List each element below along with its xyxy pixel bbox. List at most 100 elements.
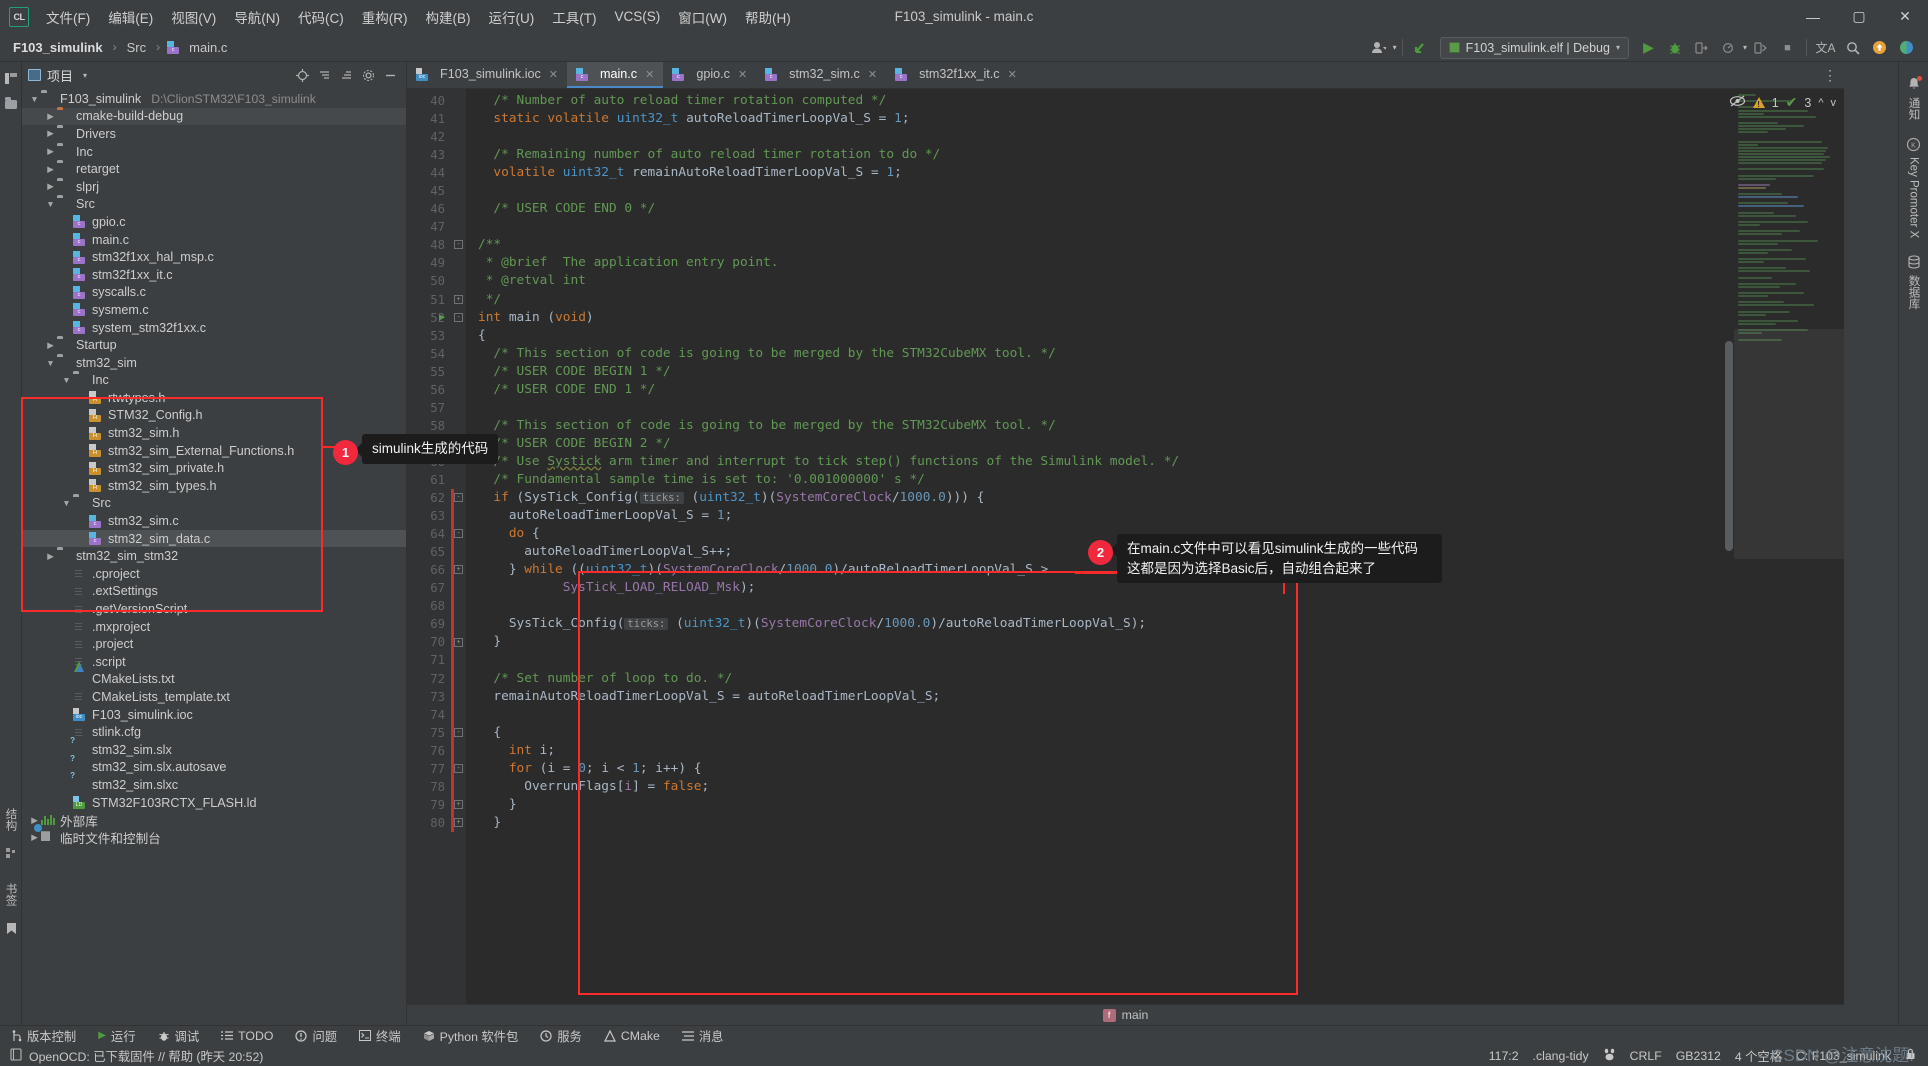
expand-all-icon[interactable] [336,65,356,85]
code-line[interactable]: /* This section of code is going to be m… [466,417,1844,435]
code-line[interactable]: /* Set number of loop to do. */ [466,670,1844,688]
fold-toggle-icon[interactable]: - [454,493,463,503]
tree-row[interactable]: ·Hrtwtypes.h [22,389,406,407]
breadcrumb-project[interactable]: F103_simulink [10,39,106,56]
chevron-right-icon[interactable]: ▶ [44,551,57,562]
tree-row[interactable]: · .extSettings [22,583,406,601]
line-number[interactable]: 40 [407,92,451,110]
database-icon[interactable] [1903,252,1925,272]
next-problem-icon[interactable]: v [1831,97,1837,109]
line-number[interactable]: 63 [407,507,451,525]
line-number[interactable]: 78 [407,778,451,796]
profile-icon[interactable] [1716,36,1743,60]
menu-item-4[interactable]: 代码(C) [289,5,353,29]
line-number[interactable]: 61 [407,471,451,489]
tree-row[interactable]: ·LD STM32F103RCTX_FLASH.ld [22,794,406,812]
line-number[interactable]: 74 [407,706,451,724]
close-icon[interactable]: ✕ [1008,68,1017,81]
commit-icon[interactable] [0,843,22,863]
fold-toggle-icon[interactable]: - [454,763,463,773]
scrollbar-thumb[interactable] [1725,341,1733,551]
tree-row[interactable]: ·c sysmem.c [22,301,406,319]
tree-row[interactable]: ·H STM32_Config.h [22,407,406,425]
line-number[interactable]: 44 [407,164,451,182]
line-number[interactable]: 75 [407,724,451,742]
collapse-all-icon[interactable] [314,65,334,85]
tree-row[interactable]: ·c stm32f1xx_hal_msp.c [22,248,406,266]
fold-toggle-icon[interactable]: + [454,818,463,827]
tree-row[interactable]: · CMakeLists.txt [22,671,406,689]
code-line[interactable] [466,399,1844,417]
inspection-profile[interactable]: .clang-tidy [1533,1049,1589,1063]
code-line[interactable] [466,218,1844,236]
line-number[interactable]: 69 [407,615,451,633]
tree-row[interactable]: ·c gpio.c [22,213,406,231]
menu-item-8[interactable]: 工具(T) [543,5,605,29]
code-line[interactable]: * @retval int [466,272,1844,290]
line-number[interactable]: 77 [407,760,451,778]
editor-tab-F103_simulink-ioc[interactable]: ioc F103_simulink.ioc ✕ [407,62,567,88]
code-minimap[interactable] [1734,89,1844,1004]
tree-row[interactable]: ▶ Inc [22,143,406,161]
breadcrumb-folder[interactable]: Src [124,39,150,56]
code-line[interactable]: } [466,814,1844,832]
code-line[interactable]: int main (void) [466,309,1844,327]
code-line[interactable] [466,182,1844,200]
line-number[interactable]: 72 [407,670,451,688]
line-number[interactable]: 54 [407,345,451,363]
code-line[interactable]: OverrunFlags[i] = false; [466,778,1844,796]
hide-panel-icon[interactable] [380,65,400,85]
menu-item-9[interactable]: VCS(S) [606,7,670,26]
tree-row[interactable]: ▼ F103_simulink D:\ClionSTM32\F103_simulin… [22,90,406,108]
code-line[interactable]: int i; [466,742,1844,760]
code-line[interactable]: /* Remaining number of auto reload timer… [466,146,1844,164]
tree-row[interactable]: ·c stm32f1xx_it.c [22,266,406,284]
tree-row[interactable]: ▶ cmake-build-debug [22,107,406,126]
code-line[interactable] [466,706,1844,724]
menu-item-0[interactable]: 文件(F) [37,5,99,29]
search-icon[interactable] [1839,36,1866,60]
line-number[interactable]: 67 [407,579,451,597]
code-line[interactable]: /* USER CODE END 0 */ [466,200,1844,218]
menu-item-7[interactable]: 运行(U) [480,5,544,29]
tree-row[interactable]: · .project [22,635,406,653]
line-number[interactable]: 64 [407,525,451,543]
line-number[interactable]: 46 [407,200,451,218]
code-line[interactable]: for (i = 0; i < 1; i++) { [466,760,1844,778]
line-number[interactable]: 70 [407,633,451,651]
code-line[interactable]: /* USER CODE BEGIN 1 */ [466,363,1844,381]
tree-row[interactable]: · .getVersionScript [22,600,406,618]
tree-row[interactable]: · .cproject [22,565,406,583]
maximize-button[interactable]: ▢ [1836,0,1882,33]
attach-to-process-icon[interactable] [1747,36,1774,60]
line-number[interactable]: 47 [407,218,451,236]
code-line[interactable]: /** [466,236,1844,254]
menu-item-5[interactable]: 重构(R) [353,5,417,29]
code-line[interactable] [466,651,1844,669]
line-number[interactable]: 53 [407,327,451,345]
editor-tab-stm32_sim-c[interactable]: c stm32_sim.c ✕ [756,62,886,88]
editor-breadcrumb-label[interactable]: main [1122,1008,1149,1022]
line-number[interactable]: 62 [407,489,451,507]
project-tree[interactable]: ▼ F103_simulink D:\ClionSTM32\F103_simulin… [22,88,406,1025]
tree-row[interactable]: · stm32_sim.slxc [22,776,406,794]
run-button[interactable]: ▶ [1635,36,1662,60]
line-number[interactable]: 48 [407,236,451,254]
tree-row[interactable]: ·Hstm32_sim.h [22,424,406,442]
code-line[interactable] [466,597,1844,615]
editor-tab-gpio-c[interactable]: c gpio.c ✕ [663,62,756,88]
run-gutter-icon[interactable]: ▶ [439,312,445,323]
line-number[interactable]: 65 [407,543,451,561]
line-number[interactable]: 55 [407,363,451,381]
project-tool-icon[interactable] [0,68,22,88]
tree-row[interactable]: ▼ Src [22,196,406,214]
line-number[interactable]: 80 [407,814,451,832]
close-button[interactable]: ✕ [1882,0,1928,33]
line-number[interactable]: 71 [407,651,451,669]
line-number[interactable]: 51 [407,291,451,309]
run-configuration-selector[interactable]: F103_simulink.elf | Debug ▾ [1439,36,1629,59]
tool-window-3[interactable]: TODO [210,1026,284,1046]
code-line[interactable]: /* USER CODE END 1 */ [466,381,1844,399]
file-encoding[interactable]: GB2312 [1676,1049,1721,1063]
code-line[interactable]: /* Number of auto reload timer rotation … [466,92,1844,110]
